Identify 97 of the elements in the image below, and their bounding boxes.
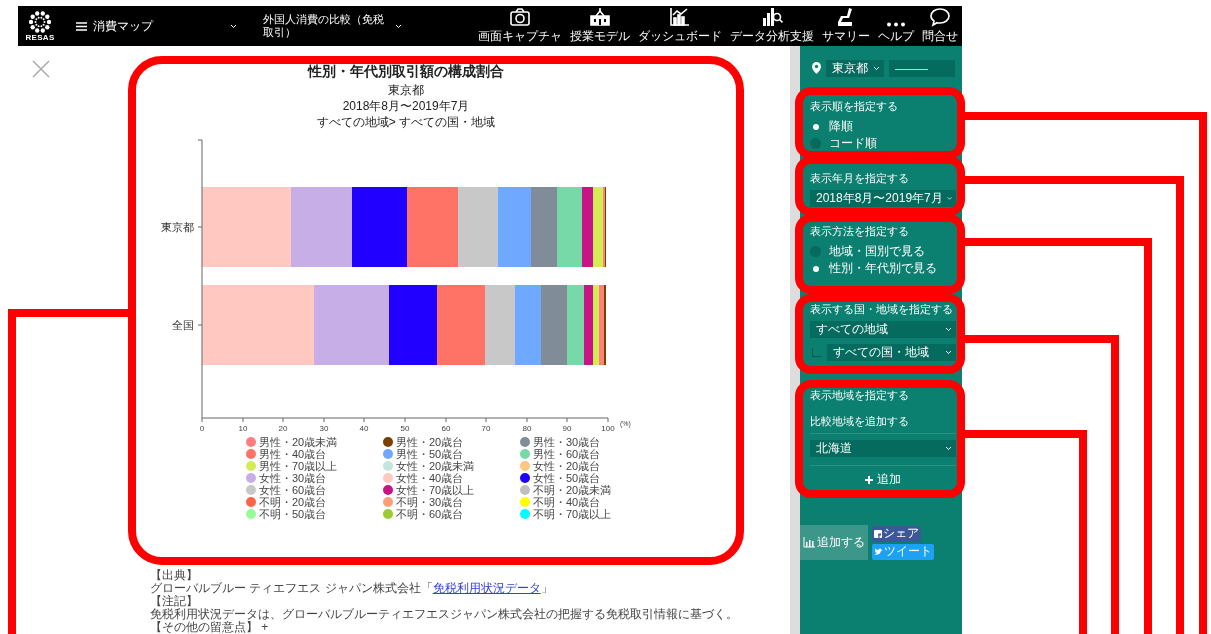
legend-item[interactable]: 男性・30歳台 <box>520 436 657 448</box>
more-icon <box>885 22 907 27</box>
tick-label: 60 <box>441 424 451 433</box>
scrollbar[interactable] <box>790 46 800 634</box>
tick-label: 40 <box>359 424 369 433</box>
chart-icon <box>803 537 815 548</box>
legend-item[interactable]: 女性・20歳台 <box>520 460 657 472</box>
chart-title: 性別・年代別取引額の構成割合 <box>308 63 504 81</box>
legend-item[interactable]: 男性・20歳未満 <box>246 436 383 448</box>
section-title: 表示する国・地域を指定する <box>810 303 954 315</box>
legend-item[interactable]: 不明・20歳未満 <box>520 484 657 496</box>
radio-option[interactable]: 降順 <box>810 118 956 135</box>
menu-icon <box>76 21 87 31</box>
caret-icon <box>873 65 880 71</box>
radio-button[interactable] <box>810 138 821 149</box>
caret-icon <box>945 327 952 332</box>
page-select[interactable]: 外国人消費の比較（免税取引） <box>263 13 402 39</box>
legend-item[interactable]: 不明・50歳台 <box>246 508 383 520</box>
radio-option[interactable]: コード順 <box>810 135 956 152</box>
section-title: 表示年月を指定する <box>810 172 910 184</box>
caret-icon <box>395 23 402 29</box>
tick-label: 20 <box>278 424 288 433</box>
source-text: グローバルブルー ティエフエス ジャパン株式会社「免税利用状況データ」 <box>150 581 553 595</box>
toolbar-button[interactable]: 問合せ <box>920 7 960 45</box>
chart-subtitle: 東京都 <box>388 83 424 97</box>
note-heading: 【注記】 <box>150 594 198 608</box>
tick-label: 80 <box>522 424 532 433</box>
speech-bubble-icon <box>929 7 951 27</box>
legend-item[interactable]: 女性・50歳台 <box>520 472 657 484</box>
close-icon <box>32 60 50 78</box>
prefecture-select[interactable]: 東京都 <box>826 59 884 77</box>
logo[interactable]: RESAS <box>22 6 58 46</box>
caret-icon <box>945 350 952 355</box>
caret-icon <box>945 446 952 451</box>
legend-item[interactable]: 男性・20歳台 <box>383 436 520 448</box>
square-icon <box>874 529 882 538</box>
bird-icon <box>874 547 883 556</box>
legend-item[interactable]: 女性・40歳台 <box>383 472 520 484</box>
pin-icon <box>812 62 821 74</box>
tick-label: 50 <box>400 424 410 433</box>
legend-item[interactable]: 男性・50歳台 <box>383 448 520 460</box>
legend-item[interactable]: 不明・20歳台 <box>246 496 383 508</box>
legend-item[interactable]: 女性・60歳台 <box>246 484 383 496</box>
tick-label: 70 <box>481 424 491 433</box>
chart-icon <box>669 7 691 27</box>
select-field[interactable]: すべての国・地域 <box>827 344 956 361</box>
radio-option[interactable]: 地域・国別で見る <box>810 243 956 260</box>
source-link[interactable]: 免税利用状況データ <box>432 581 541 595</box>
tick-label: 10 <box>238 424 248 433</box>
tick-label: 100 <box>601 424 615 433</box>
section-title: 表示地域を指定する <box>810 389 910 401</box>
menu-button[interactable]: 消費マップ <box>76 17 216 35</box>
note-text: 免税利用状況データは、グローバルブルーティエフエスジャパン株式会社の把握する免税取引情報に基づく。 <box>150 607 738 621</box>
select-field[interactable]: 北海道 <box>810 440 956 457</box>
legend-item[interactable]: 男性・60歳台 <box>520 448 657 460</box>
legend-item[interactable]: 不明・30歳台 <box>383 496 520 508</box>
chart-subtitle: 2018年8月〜2019年7月 <box>342 99 470 113</box>
toolbar-button[interactable]: サマリー <box>820 7 872 45</box>
tick-label: 90 <box>562 424 572 433</box>
legend-item[interactable]: 女性・30歳台 <box>246 472 383 484</box>
toolbar-button[interactable]: ダッシュボード <box>636 7 724 45</box>
section-subtitle: 比較地域を追加する <box>810 415 910 427</box>
legend-item[interactable]: 男性・70歳以上 <box>246 460 383 472</box>
logo-icon <box>27 10 53 33</box>
legend-item[interactable]: 男性・40歳台 <box>246 448 383 460</box>
section-title: 表示方法を指定する <box>810 225 910 237</box>
logo-text: RESAS <box>25 32 55 42</box>
category-label: 東京都 <box>161 221 194 233</box>
caret-icon <box>946 196 952 201</box>
close-button[interactable] <box>32 60 50 78</box>
share-button[interactable]: シェア <box>872 525 921 542</box>
select-field[interactable]: すべての地域 <box>810 321 956 338</box>
plus-icon <box>865 475 873 484</box>
section-title: 表示順を指定する <box>810 100 899 112</box>
category-label: 全国 <box>172 319 194 331</box>
toolbar-button[interactable]: ヘルプ <box>876 7 916 45</box>
chart-subtitle: すべての地域> すべての国・地域 <box>316 115 496 129</box>
tick-label: 30 <box>319 424 329 433</box>
select-field[interactable]: 2018年8月〜2019年7月 <box>810 190 956 207</box>
add-button[interactable]: 追加 <box>865 471 901 488</box>
toolbar-button[interactable]: 画面キャプチャ <box>476 7 564 45</box>
radio-option[interactable]: 性別・年代別で見る <box>810 260 956 277</box>
add-tab[interactable]: 追加する <box>800 525 868 560</box>
legend-item[interactable]: 女性・70歳以上 <box>383 484 520 496</box>
toolbar-button[interactable]: データ分析支援 <box>728 7 816 45</box>
expand-toggle[interactable]: 【その他の留意点】 + <box>150 621 269 634</box>
tick-label: 0 <box>199 424 205 433</box>
legend-item[interactable]: 不明・40歳台 <box>520 496 657 508</box>
legend-item[interactable]: 不明・70歳以上 <box>520 508 657 520</box>
legend-item[interactable]: 不明・60歳台 <box>383 508 520 520</box>
legend-item[interactable]: 女性・20歳未満 <box>383 460 520 472</box>
note-heading: 【出典】 <box>150 568 198 582</box>
toolbar-button[interactable]: 授業モデル <box>568 7 632 45</box>
camera-icon <box>509 7 531 27</box>
city-field[interactable]: ——— <box>889 59 955 77</box>
caret-icon[interactable] <box>230 23 237 29</box>
chart-search-icon <box>761 7 783 27</box>
